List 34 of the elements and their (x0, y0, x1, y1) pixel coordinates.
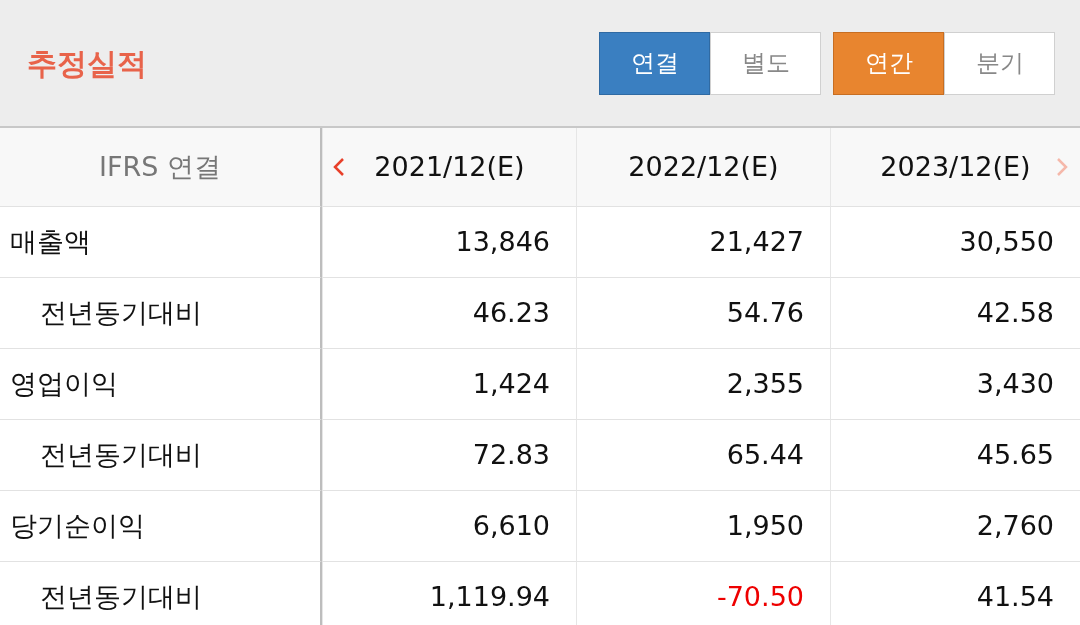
table-cell: 30,550 (830, 207, 1080, 278)
segment-tab[interactable]: 연결 (599, 31, 710, 95)
corner-header: IFRS 연결 (0, 128, 322, 207)
table-cell: 2,355 (576, 349, 830, 420)
sub-row-label: 전년동기대비 (0, 278, 322, 349)
table-cell: -70.50 (576, 562, 830, 625)
segment-tab[interactable]: 분기 (944, 31, 1055, 95)
table-cell: 1,950 (576, 491, 830, 562)
column-header: 2021/12(E) (374, 149, 525, 184)
sub-row-label: 전년동기대비 (0, 420, 322, 491)
segment-tab[interactable]: 별도 (710, 31, 821, 95)
table-cell: 1,119.94 (322, 562, 576, 625)
table-cell: 54.76 (576, 278, 830, 349)
table-cell: 3,430 (830, 349, 1080, 420)
table-cell: 46.23 (322, 278, 576, 349)
table-cell: 65.44 (576, 420, 830, 491)
table-cell: 72.83 (322, 420, 576, 491)
row-label: 매출액 (0, 207, 322, 278)
previous-arrow-icon[interactable] (333, 157, 345, 177)
segment-tab[interactable]: 연간 (833, 31, 944, 95)
table-cell: 2,760 (830, 491, 1080, 562)
table-cell: 42.58 (830, 278, 1080, 349)
table-cell: 13,846 (322, 207, 576, 278)
table-cell: 45.65 (830, 420, 1080, 491)
sub-row-label: 전년동기대비 (0, 562, 322, 625)
table-cell: 6,610 (322, 491, 576, 562)
table-cell: 41.54 (830, 562, 1080, 625)
column-header: 2023/12(E) (880, 149, 1031, 184)
row-label: 당기순이익 (0, 491, 322, 562)
table-cell: 1,424 (322, 349, 576, 420)
table-cell: 21,427 (576, 207, 830, 278)
section-title: 추정실적 (27, 44, 147, 83)
row-label: 영업이익 (0, 349, 322, 420)
column-header: 2022/12(E) (628, 149, 779, 184)
